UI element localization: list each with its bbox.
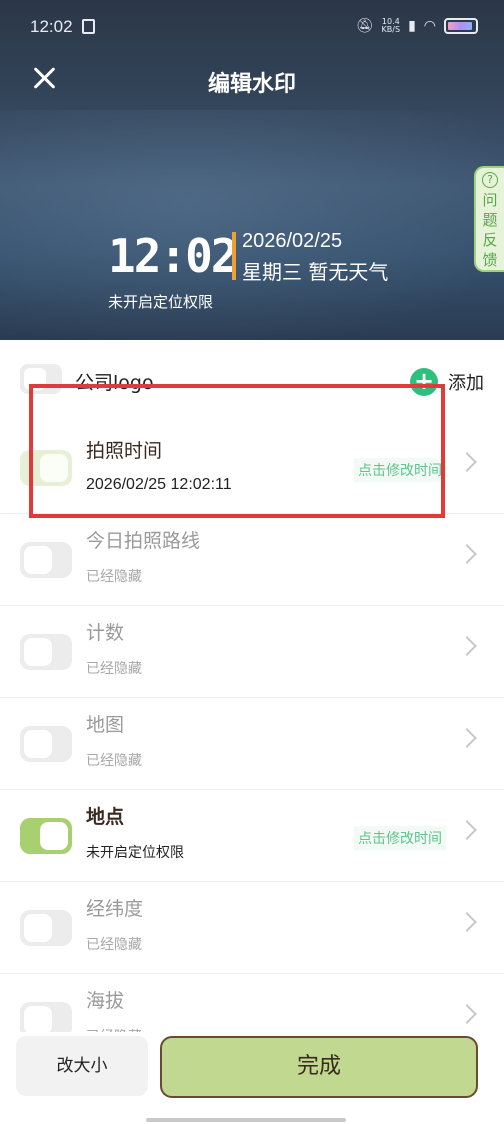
edit-time-link[interactable]: 点击修改时间 [354, 826, 446, 850]
row-title: 海拔 [86, 990, 125, 1012]
row-subtitle: 已经隐藏 [86, 937, 142, 953]
row-subtitle: 已经隐藏 [86, 661, 142, 677]
status-icons: 🔕︎ 10.4 KB/S ▮ ◠ [356, 18, 478, 34]
list-item-location[interactable]: 地点 未开启定位权限 点击修改时间 [0, 790, 504, 882]
location-toggle[interactable] [20, 818, 72, 854]
chevron-right-icon [457, 1004, 477, 1024]
top-nav: 编辑水印 [0, 56, 504, 106]
watermark-location: 未开启定位权限 [108, 293, 214, 311]
add-label: 添加 [448, 373, 484, 394]
row-title: 计数 [86, 622, 125, 644]
page-title: 编辑水印 [207, 72, 296, 97]
watermark-date: 2026/02/25 [242, 230, 343, 252]
resize-button[interactable]: 改大小 [16, 1036, 148, 1096]
speed-unit: KB/S [381, 25, 401, 34]
row-subtitle: 已经隐藏 [86, 753, 142, 769]
wifi-icon: ◠ [423, 18, 436, 34]
row-title: 经纬度 [86, 898, 144, 920]
notification-icon [82, 19, 95, 34]
feedback-char: 问 [482, 191, 498, 209]
row-title: 地图 [86, 714, 125, 736]
bottom-bar: 改大小 完成 [0, 1032, 504, 1124]
done-button[interactable]: 完成 [160, 1036, 478, 1098]
row-subtitle: 已经隐藏 [86, 569, 142, 585]
coordinates-toggle[interactable] [20, 910, 72, 946]
row-title: 今日拍照路线 [86, 530, 201, 552]
row-title: 地点 [86, 806, 125, 828]
route-toggle[interactable] [20, 542, 72, 578]
watermark-divider [232, 232, 236, 280]
map-toggle[interactable] [20, 726, 72, 762]
help-icon: ? [482, 172, 498, 188]
chevron-right-icon [457, 544, 477, 564]
feedback-tab[interactable]: ? 问 题 反 馈 [474, 166, 504, 272]
count-toggle[interactable] [20, 634, 72, 670]
watermark-preview: 12:02 🔕︎ 10.4 KB/S ▮ ◠ 编辑水印 12:02 2026/0… [0, 0, 504, 340]
chevron-right-icon [457, 912, 477, 932]
home-indicator[interactable] [146, 1118, 346, 1122]
sim-icon: ▮ [408, 18, 416, 34]
row-subtitle: 未开启定位权限 [86, 845, 184, 861]
status-time: 12:02 [30, 17, 73, 36]
chevron-right-icon [457, 820, 477, 840]
list-item-map[interactable]: 地图 已经隐藏 [0, 698, 504, 790]
battery-icon [444, 18, 478, 34]
feedback-char: 反 [482, 231, 498, 249]
status-bar: 12:02 🔕︎ 10.4 KB/S ▮ ◠ [0, 0, 504, 56]
feedback-char: 题 [482, 211, 498, 229]
watermark-day-weather: 星期三 暂无天气 [242, 260, 389, 284]
network-speed: 10.4 KB/S [382, 18, 401, 34]
highlight-box [29, 384, 445, 518]
watermark-time: 12:02 [108, 229, 238, 283]
feedback-char: 馈 [482, 251, 498, 269]
chevron-right-icon [457, 728, 477, 748]
chevron-right-icon [457, 452, 477, 472]
chevron-right-icon [457, 636, 477, 656]
list-item-route[interactable]: 今日拍照路线 已经隐藏 [0, 514, 504, 606]
list-item-count[interactable]: 计数 已经隐藏 [0, 606, 504, 698]
list-item-coordinates[interactable]: 经纬度 已经隐藏 [0, 882, 504, 974]
mute-icon: 🔕︎ [355, 18, 374, 34]
